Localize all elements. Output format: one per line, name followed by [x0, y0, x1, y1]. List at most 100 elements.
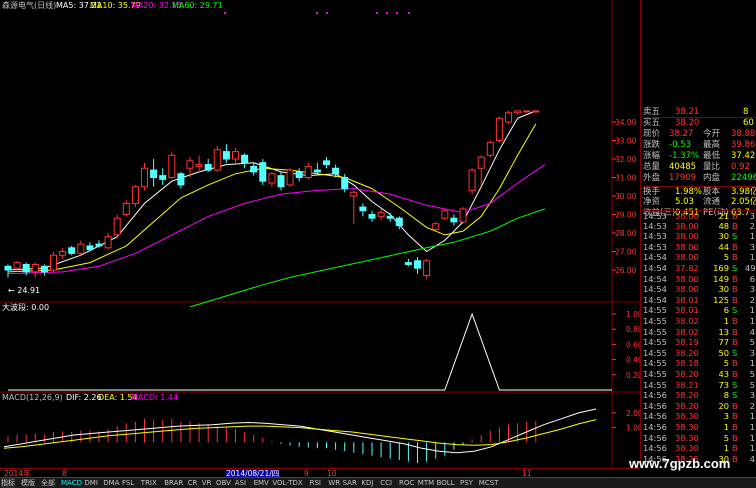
buy5-vol: 60: [743, 118, 754, 128]
candle-body: [13, 262, 21, 269]
signal-marker: [386, 12, 388, 14]
quote-value: 0.92: [731, 162, 750, 172]
y-tick-label: 33.00: [615, 137, 637, 146]
tick-price: 38.00: [675, 241, 699, 252]
tick-row: 14:56 38.30 3 B 1: [643, 411, 756, 422]
tick-time: 14:55: [643, 379, 667, 390]
quote-value: 38.88: [731, 129, 756, 139]
candle-body: [168, 154, 176, 179]
candle-body: [277, 175, 285, 188]
tick-direction: B: [732, 432, 738, 443]
candle-body: [250, 165, 258, 173]
candle-body: [195, 164, 203, 167]
tick-row: 14:56 38.30 1 B 1: [643, 443, 756, 454]
kline-chart-area[interactable]: 34.00 33.00 32.00 31.00 30.00 29.00 28.00 27.00…: [0, 0, 640, 468]
y-tick-label: 0.60: [626, 340, 640, 349]
tick-count: 3: [749, 390, 755, 401]
tick-row: 14:54 37.82 169 S 49: [643, 263, 756, 274]
tick-time: 14:54: [643, 294, 667, 305]
tick-row: 14:55 38.19 77 B 5: [643, 337, 756, 348]
tick-price: 38.01: [675, 294, 699, 305]
tick-direction: B: [732, 241, 738, 252]
quote-value: 5.03: [675, 197, 694, 207]
tick-time: 14:55: [643, 316, 667, 326]
tick-row: 14:55 38.01 6 S 1: [643, 305, 756, 316]
tick-count: 3: [749, 347, 755, 358]
tick-volume: 30: [718, 284, 729, 295]
candle-body: [295, 171, 303, 178]
candle-body: [86, 245, 94, 251]
y-tick-label: 1.00: [626, 310, 640, 319]
tick-row: 14:55 38.20 50 S 3: [643, 348, 756, 359]
tick-volume: 5: [723, 432, 729, 443]
quote-value: 37.42: [731, 151, 756, 161]
tick-count: 5: [749, 379, 755, 390]
y-tick-label: 0.20: [626, 371, 640, 380]
candle-body: [432, 223, 440, 230]
tick-row: 14:55 38.02 1 B 1: [643, 316, 756, 327]
tick-count: 3: [749, 241, 755, 252]
tick-time: 14:53: [643, 231, 667, 242]
quote-panel: 卖五 38.21 8 买五 38.20 60 现价 38.27 今开 38.88 涨跌 -…: [640, 0, 756, 468]
tick-volume: 44: [718, 241, 729, 252]
tick-direction: B: [732, 400, 738, 411]
tick-price: 38.30: [675, 422, 699, 432]
tick-direction: B: [732, 326, 738, 337]
tick-row: 14:56 38.20 20 B 2: [643, 401, 756, 412]
tick-price: 38.21: [675, 379, 699, 390]
tick-time: 14:55: [643, 358, 667, 369]
tick-direction: B: [732, 411, 738, 422]
candle-body: [222, 151, 230, 160]
tick-direction: B: [732, 273, 738, 284]
tick-count: 2: [749, 220, 755, 231]
tick-direction: B: [732, 316, 738, 326]
y-tick-label: 0.80: [626, 325, 640, 334]
macd-label: MACD: 1.44: [131, 393, 179, 402]
tick-row: 14:56 38.30 5 B 1: [643, 433, 756, 444]
quote-label: 最高: [703, 140, 721, 150]
tick-direction: B: [732, 252, 738, 263]
tick-volume: 48: [718, 220, 729, 231]
tick-time: 14:54: [643, 284, 667, 295]
candle-body: [341, 177, 349, 190]
candle-body: [395, 217, 403, 227]
tick-count: 49: [745, 263, 756, 273]
candle-body: [477, 156, 485, 169]
tick-direction: B: [732, 369, 738, 379]
tick-row: 14:54 38.00 5 B 1: [643, 252, 756, 263]
tick-row: 14:53 38.00 44 B 3: [643, 242, 756, 253]
y-tick-label: 29.00: [615, 211, 637, 220]
candle-body: [68, 247, 76, 254]
quote-value: 38.27: [669, 129, 694, 139]
candle-body: [414, 260, 421, 269]
tick-row: 14:53 38.00 30 S 1: [643, 231, 756, 242]
y-tick-label: 28.00: [615, 229, 637, 238]
tick-count: 1: [749, 432, 755, 443]
quote-value: 22496: [731, 173, 756, 183]
candle-body: [459, 208, 467, 223]
tick-count: 1: [749, 316, 755, 326]
candle-body: [523, 110, 531, 113]
candle-body: [268, 173, 276, 184]
candle-body: [232, 151, 239, 160]
ma60-label: MA60: 29.71: [172, 1, 223, 10]
tick-row: 14:56 38.20 8 S 3: [643, 390, 756, 401]
band-title: 大波段: 0.00: [2, 303, 50, 312]
candle-body: [104, 236, 112, 249]
tick-price: 38.00: [675, 284, 699, 295]
tick-direction: B: [732, 422, 738, 432]
tick-count: 2: [749, 294, 755, 305]
quote-label: 涨幅: [643, 151, 661, 161]
tick-volume: 3: [723, 411, 729, 422]
tick-time: 14:55: [643, 369, 667, 379]
quote-row: 现价 38.27 今开 38.88: [643, 129, 755, 140]
quote-value: 2.05亿: [731, 197, 756, 207]
y-tick-label: 27.00: [615, 248, 637, 257]
tick-count: 2: [749, 400, 755, 411]
tick-count: 6: [749, 273, 755, 284]
tick-count: 1: [749, 305, 755, 316]
candle-body: [177, 173, 185, 186]
tick-time: 14:56: [643, 432, 667, 443]
candle-body: [4, 265, 12, 271]
indicator-tab-bar: 指标 模版 全部 MACD DMI DMA FSL TRIX BRAR CR VR OBV ASI EMV…: [0, 477, 756, 488]
